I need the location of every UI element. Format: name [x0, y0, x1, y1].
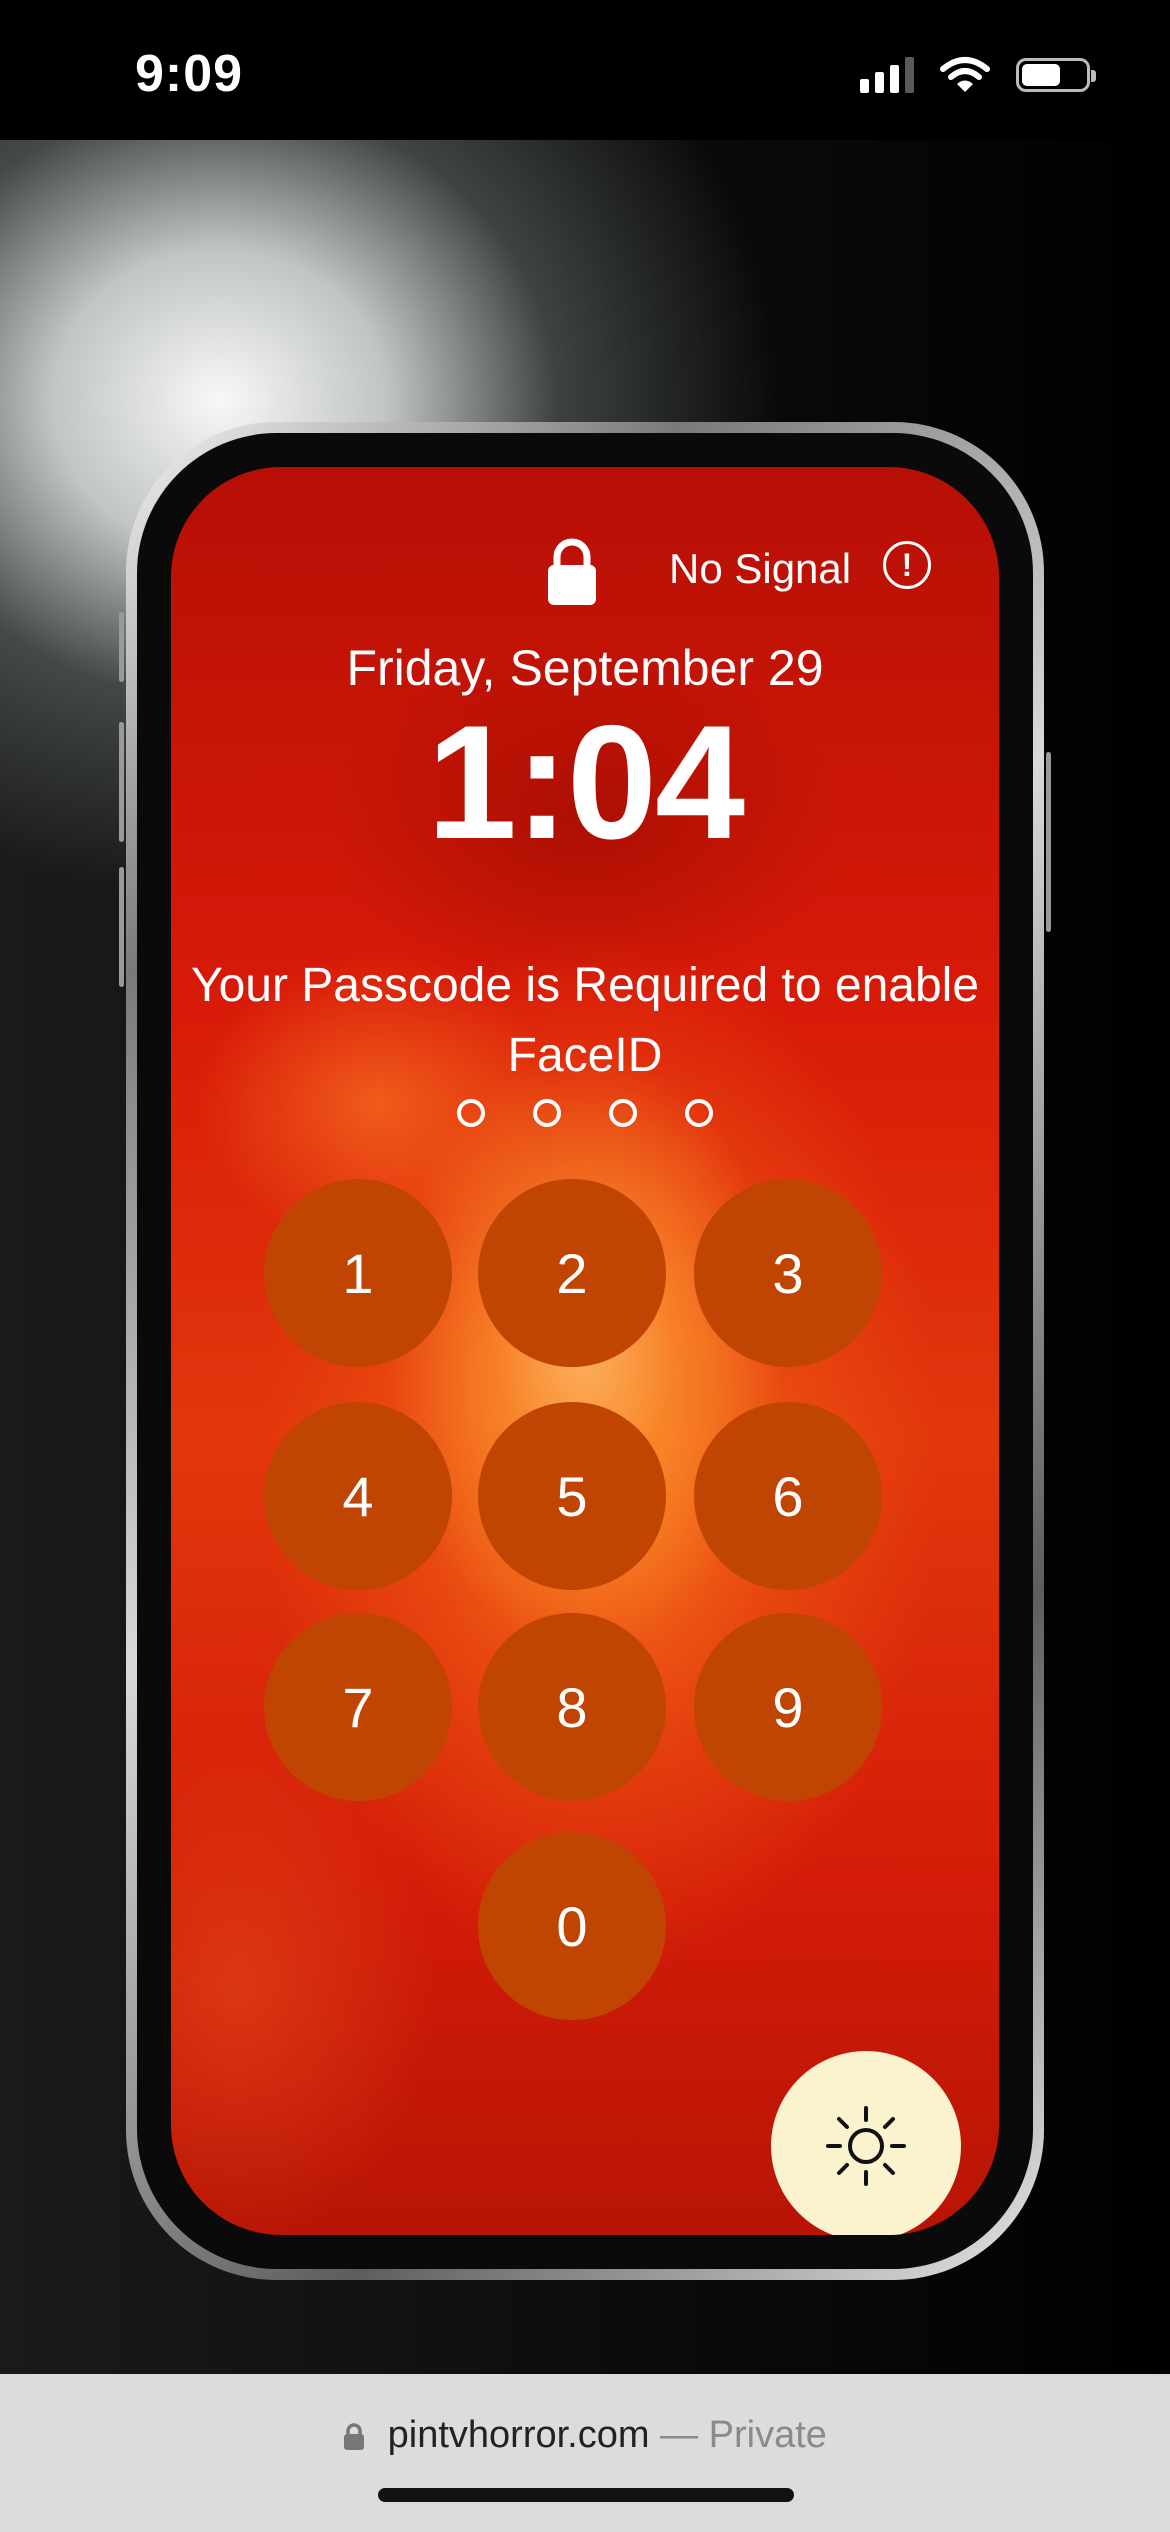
key-7[interactable]: 7	[264, 1613, 452, 1801]
sun-icon	[826, 2106, 906, 2186]
cellular-signal-icon	[860, 57, 914, 93]
status-time: 9:09	[135, 45, 244, 103]
key-1[interactable]: 1	[264, 1179, 452, 1367]
alert-icon: !	[883, 541, 931, 589]
key-9[interactable]: 9	[694, 1613, 882, 1801]
lockscreen-time: 1:04	[426, 692, 745, 873]
web-content: No Signal ! Friday, September 29 1:04 Yo…	[0, 140, 1170, 2374]
key-5[interactable]: 5	[478, 1402, 666, 1590]
home-indicator[interactable]	[378, 2488, 794, 2502]
url-domain: pintvhorror.com	[387, 2414, 650, 2456]
passcode-message: Your Passcode is Required to enable Face…	[190, 959, 980, 1082]
key-6[interactable]: 6	[694, 1402, 882, 1590]
private-mode-label: Private	[708, 2414, 827, 2456]
passcode-dot	[685, 1099, 713, 1127]
key-3[interactable]: 3	[694, 1179, 882, 1367]
wifi-icon	[940, 57, 990, 92]
passcode-dot	[457, 1099, 485, 1127]
lock-screen: No Signal ! Friday, September 29 1:04 Yo…	[171, 467, 999, 2235]
lock-icon	[344, 2423, 365, 2450]
passcode-dot	[609, 1099, 637, 1127]
status-bar: 9:09	[0, 0, 1170, 140]
status-icons	[860, 56, 1096, 94]
lockscreen-status-row: No Signal !	[171, 537, 999, 605]
lock-icon	[548, 538, 596, 605]
no-signal-label: No Signal	[669, 545, 852, 592]
flashlight-button[interactable]	[771, 2051, 961, 2235]
passcode-dot	[533, 1099, 561, 1127]
phone-mockup: No Signal ! Friday, September 29 1:04 Yo…	[119, 422, 1051, 2280]
battery-icon	[1016, 58, 1096, 92]
lockscreen-date: Friday, September 29	[346, 640, 824, 696]
key-4[interactable]: 4	[264, 1402, 452, 1590]
url-display[interactable]: pintvhorror.com — Private	[0, 2414, 1170, 2457]
url-separator: —	[660, 2414, 699, 2456]
passcode-dots	[171, 1099, 999, 1127]
browser-url-bar[interactable]: pintvhorror.com — Private	[0, 2374, 1170, 2532]
key-0[interactable]: 0	[478, 1832, 666, 2020]
key-8[interactable]: 8	[478, 1613, 666, 1801]
key-2[interactable]: 2	[478, 1179, 666, 1367]
